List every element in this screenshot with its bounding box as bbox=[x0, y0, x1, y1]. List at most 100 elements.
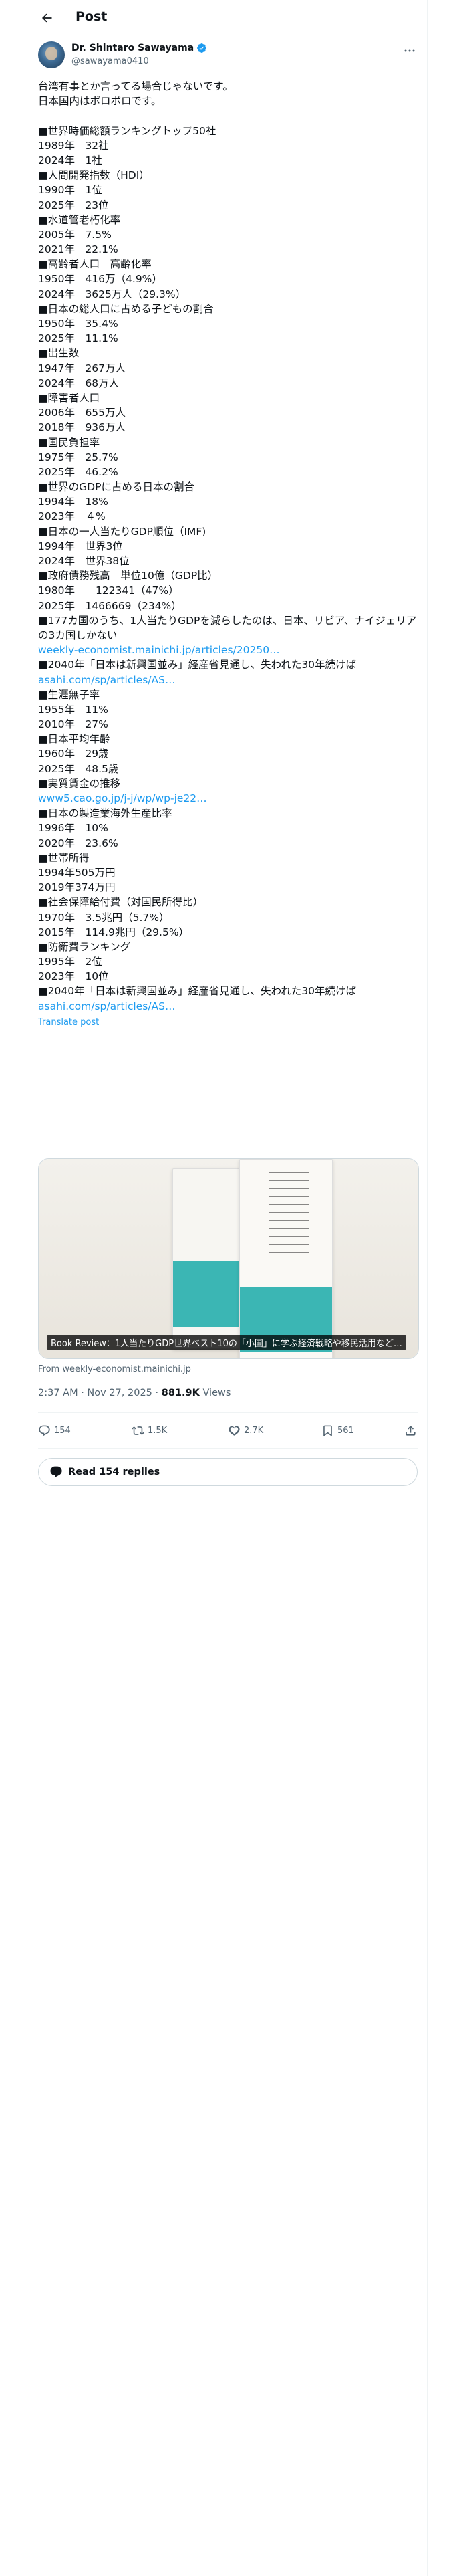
post-line: 2015年 114.9兆円（29.5%） bbox=[38, 926, 190, 938]
post-line: ■人間開発指数（HDI） bbox=[38, 169, 150, 182]
read-replies-button[interactable]: Read 154 replies bbox=[38, 1458, 418, 1486]
post-line: 2025年 23位 bbox=[38, 199, 109, 211]
author-name[interactable]: Dr. Shintaro Sawayama bbox=[71, 43, 207, 53]
reply-icon bbox=[39, 1425, 50, 1436]
post-line: ■出生数 bbox=[38, 347, 80, 360]
post-line: ■社会保障給付費（対国民所得比） bbox=[38, 896, 204, 909]
post-line: 2024年 68万人 bbox=[38, 377, 120, 389]
more-options-button[interactable] bbox=[402, 44, 418, 58]
post-line: ■防衛費ランキング bbox=[38, 940, 131, 953]
post-line: 1950年 35.4% bbox=[38, 318, 118, 330]
post-line: ■世帯所得 bbox=[38, 851, 90, 864]
post-line: 2024年 3625万人（29.3%） bbox=[38, 288, 186, 300]
action-bar: 154 1.5K 2.7K 561 bbox=[38, 1419, 418, 1446]
post-line: 2018年 936万人 bbox=[38, 421, 126, 434]
post-line: ■実質賃金の推移 bbox=[38, 777, 121, 790]
post-column: Post Dr. Shintaro Sawayama @sawayama0410… bbox=[27, 0, 428, 2576]
post-line: ■日本の総人口に占める子どもの割合 bbox=[38, 302, 214, 315]
post-line: 台湾有事とか言ってる場合じゃないです。 bbox=[38, 80, 233, 92]
post-line: ■水道管老朽化率 bbox=[38, 213, 121, 226]
heart-icon bbox=[229, 1426, 240, 1436]
reply-button[interactable]: 154 bbox=[38, 1424, 71, 1437]
post-line: 2020年 23.6% bbox=[38, 837, 118, 849]
author-handle[interactable]: @sawayama0410 bbox=[71, 56, 149, 66]
post-line: ■世界時価総額ランキングトップ50社 bbox=[38, 124, 216, 137]
replies-bubble-icon bbox=[50, 1466, 62, 1477]
post-line: 2025年 46.2% bbox=[38, 465, 118, 478]
post-line: ■世界のGDPに占める日本の割合 bbox=[38, 481, 194, 494]
post-line: 1970年 3.5兆円（5.7%） bbox=[38, 911, 170, 924]
post-line: 2005年 7.5% bbox=[38, 228, 112, 241]
author-name-text[interactable]: Dr. Shintaro Sawayama bbox=[71, 43, 194, 53]
post-line: 1989年 32社 bbox=[38, 139, 109, 152]
post-line: 1947年 267万人 bbox=[38, 362, 126, 374]
book-cover-front bbox=[239, 1159, 333, 1358]
share-icon bbox=[406, 1426, 416, 1436]
post-line: 2025年 11.1% bbox=[38, 332, 118, 345]
header: Post bbox=[27, 0, 428, 36]
post-link[interactable]: www5.cao.go.jp/j-j/wp/wp-je22… bbox=[38, 791, 419, 806]
post-line: 1995年 2位 bbox=[38, 956, 102, 968]
post-line: 2025年 1466669（234%） bbox=[38, 599, 182, 612]
post-line: 1994年 18% bbox=[38, 496, 108, 508]
post-link[interactable]: asahi.com/sp/articles/AS… bbox=[38, 673, 419, 687]
post-line: 1980年 122341（47%） bbox=[38, 584, 179, 597]
post-line: 1955年 11% bbox=[38, 703, 108, 716]
views-count: 881.9K bbox=[161, 1388, 200, 1398]
post-line: 2021年 22.1% bbox=[38, 243, 118, 256]
post-line: ■政府債務残高 単位10億（GDP比） bbox=[38, 570, 218, 582]
post-line: 2010年 27% bbox=[38, 718, 108, 731]
views-label: Views bbox=[199, 1388, 231, 1398]
post-line: 日本国内はボロボロです。 bbox=[38, 95, 162, 108]
repost-count: 1.5K bbox=[148, 1426, 168, 1436]
back-button[interactable] bbox=[37, 8, 57, 28]
post-line: 2024年 世界38位 bbox=[38, 555, 130, 567]
post-line: 2019年374万円 bbox=[38, 881, 116, 894]
like-button[interactable]: 2.7K bbox=[228, 1424, 263, 1437]
divider bbox=[38, 1412, 418, 1413]
bookmark-icon bbox=[323, 1425, 332, 1437]
post-line: 2023年 ４% bbox=[38, 510, 106, 523]
post-line: 1950年 416万（4.9%） bbox=[38, 273, 162, 286]
card-image bbox=[39, 1159, 418, 1358]
avatar[interactable] bbox=[38, 41, 65, 68]
post-line: ■177カ国のうち、1人当たりGDPを減らしたのは、日本、リビア、ナイジェリアの… bbox=[38, 614, 417, 641]
post-line: ■2040年「日本は新興国並み」経産省見通し、失われた30年続けば bbox=[38, 985, 357, 998]
repost-icon bbox=[132, 1426, 144, 1435]
link-card[interactable]: Book Review：1人当たりGDP世界ベスト10の「小国」に学ぶ経済戦略や… bbox=[38, 1158, 419, 1359]
post-line: ■2040年「日本は新興国並み」経産省見通し、失われた30年続けば bbox=[38, 659, 357, 671]
like-count: 2.7K bbox=[244, 1426, 264, 1436]
post-link[interactable]: asahi.com/sp/articles/AS… bbox=[38, 999, 419, 1014]
post-line: 2006年 655万人 bbox=[38, 407, 126, 419]
card-caption: Book Review：1人当たりGDP世界ベスト10の「小国」に学ぶ経済戦略や… bbox=[47, 1335, 406, 1350]
reply-count: 154 bbox=[54, 1426, 71, 1436]
post-line: 2025年 48.5歳 bbox=[38, 762, 119, 775]
post-line: 1975年 25.7% bbox=[38, 451, 118, 463]
repost-button[interactable]: 1.5K bbox=[132, 1424, 167, 1437]
more-dots-icon bbox=[404, 49, 415, 52]
post-text: 台湾有事とか言ってる場合じゃないです。 日本国内はボロボロです。 ■世界時価総額ラ… bbox=[38, 79, 419, 1030]
arrow-left-icon bbox=[42, 13, 52, 23]
post-line: ■高齢者人口 高齢化率 bbox=[38, 258, 152, 271]
post-timestamp[interactable]: 2:37 AM · Nov 27, 2025 · bbox=[38, 1388, 162, 1398]
translate-post-link[interactable]: Translate post bbox=[38, 1015, 419, 1030]
card-source[interactable]: From weekly-economist.mainichi.jp bbox=[38, 1364, 191, 1374]
post-line: 1994年505万円 bbox=[38, 866, 116, 879]
post-line: ■障害者人口 bbox=[38, 391, 100, 404]
page-title: Post bbox=[76, 9, 108, 24]
divider bbox=[38, 1448, 418, 1449]
share-button[interactable] bbox=[404, 1424, 420, 1437]
post-line: ■日本の製造業海外生産比率 bbox=[38, 807, 172, 820]
post-link[interactable]: weekly-economist.mainichi.jp/articles/20… bbox=[38, 643, 419, 657]
post-line: 1996年 10% bbox=[38, 822, 108, 835]
post-line bbox=[38, 108, 419, 123]
post-line: ■国民負担率 bbox=[38, 436, 100, 449]
post-line: ■日本の一人当たりGDP順位（IMF) bbox=[38, 525, 206, 538]
post-line: 1994年 世界3位 bbox=[38, 540, 123, 552]
verified-badge-icon bbox=[197, 43, 207, 53]
read-replies-label[interactable]: Read 154 replies bbox=[68, 1467, 160, 1477]
post-line: 2023年 10位 bbox=[38, 970, 109, 983]
post-line: 2024年 1社 bbox=[38, 154, 102, 167]
post-meta: 2:37 AM · Nov 27, 2025 · 881.9K Views bbox=[38, 1388, 231, 1398]
bookmark-button[interactable]: 561 bbox=[321, 1424, 354, 1437]
